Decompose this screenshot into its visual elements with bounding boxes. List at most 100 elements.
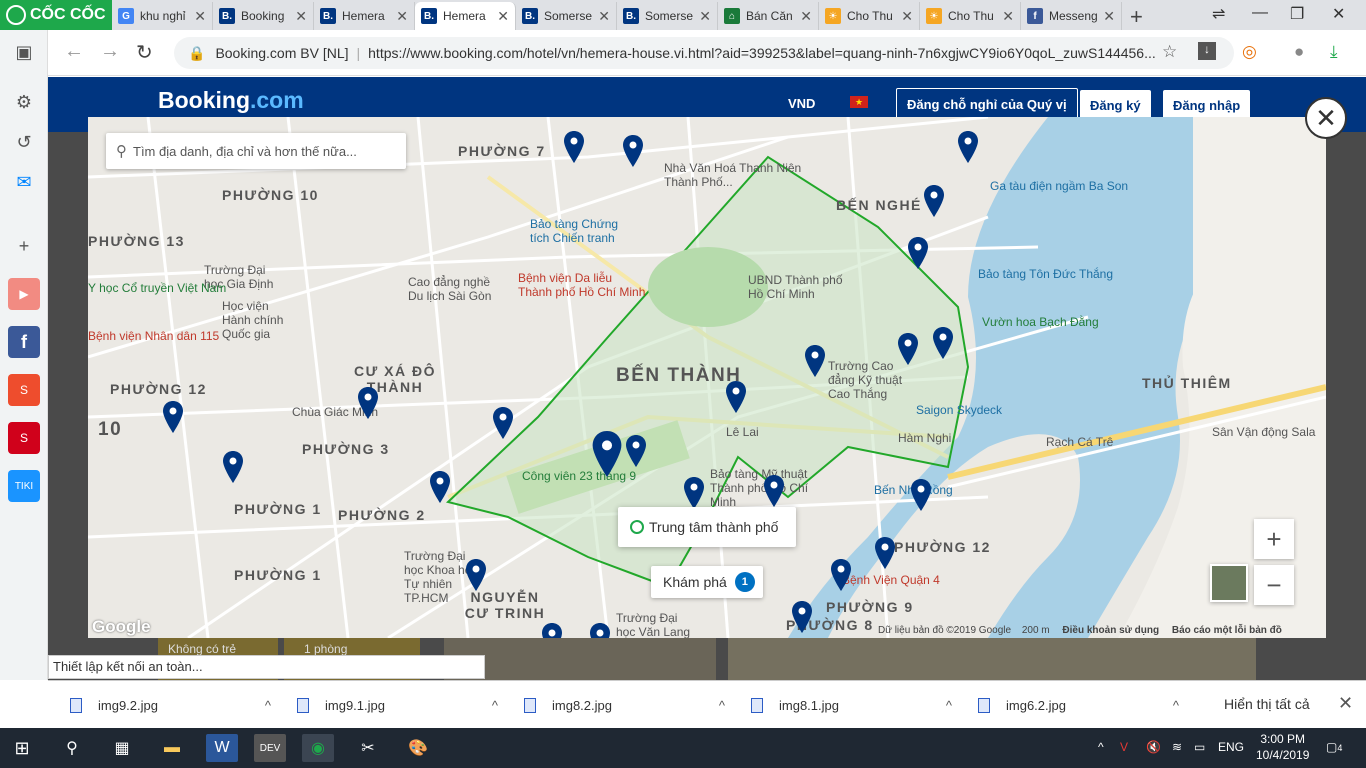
browser-tab[interactable]: ☀ Cho Thu ✕ [819,2,920,30]
new-tab-button[interactable]: + [1130,4,1143,30]
coccoc-taskbar-icon[interactable]: ◉ [302,734,334,762]
browser-tab[interactable]: B. Somerse ✕ [617,2,718,30]
download-icon[interactable]: ↓ [1198,42,1216,60]
browser-tab[interactable]: B. Hemera ✕ [314,2,415,30]
hotel-pin-icon[interactable] [726,381,746,413]
map-place-label[interactable]: Bệnh viện Da liễu Thành phố Hồ Chí Minh [518,271,648,299]
word-icon[interactable]: W [206,734,238,762]
windows-start-icon[interactable]: ⊞ [6,734,38,762]
hotel-pin-icon[interactable] [626,435,646,467]
hotel-pin-icon[interactable] [466,559,486,591]
map-place-label[interactable]: Hàm Nghi [898,431,951,445]
hotel-pin-icon[interactable] [163,401,183,433]
map-place-label[interactable]: Bệnh Viện Quận 4 [842,573,940,587]
hotel-pin-icon[interactable] [223,451,243,483]
coccoc-logo[interactable]: CỐC CỐC [0,0,112,30]
close-window-button[interactable]: ✕ [1332,4,1345,24]
explore-button[interactable]: Khám phá 1 [651,566,763,598]
map-place-label[interactable]: Sân Vận động Sala [1212,425,1315,439]
login-button[interactable]: Đăng nhập [1163,90,1251,120]
map-place-label[interactable]: Nhà Văn Hoá Thanh Niên Thành Phố... [664,161,804,189]
tab-close-icon[interactable]: ✕ [699,8,711,25]
forward-button[interactable]: → [100,40,120,63]
tab-close-icon[interactable]: ✕ [800,8,812,25]
hotel-pin-icon[interactable] [684,477,704,509]
tab-close-icon[interactable]: ✕ [598,8,610,25]
register-button[interactable]: Đăng ký [1080,90,1151,120]
chevron-up-icon[interactable]: ^ [265,698,271,713]
map-place-label[interactable]: Lê Lai [726,425,759,439]
tab-close-icon[interactable]: ✕ [1103,8,1115,25]
hotel-pin-icon[interactable] [430,471,450,503]
map-place-label[interactable]: Saigon Skydeck [916,403,1002,417]
map-place-label[interactable]: Bệnh viện Nhân dân 115 [88,329,219,343]
hotel-pin-icon[interactable] [898,333,918,365]
tab-close-icon[interactable]: ✕ [901,8,913,25]
reload-button[interactable]: ↻ [136,40,153,65]
chevron-up-icon[interactable]: ^ [492,698,498,713]
hotel-pin-icon[interactable] [493,407,513,439]
map-place-label[interactable]: Trường Đại học Văn Lang [616,611,696,638]
show-all-downloads[interactable]: Hiển thị tất cả [1224,696,1310,712]
map-search-input[interactable]: ⚲ Tìm địa danh, địa chỉ và hơn thế nữa..… [106,133,406,169]
map-panel[interactable]: ⚲ Tìm địa danh, địa chỉ và hơn thế nữa..… [88,117,1326,638]
sendo-icon[interactable]: S [8,422,40,454]
tab-close-icon[interactable]: ✕ [396,8,408,25]
download-item[interactable]: img9.2.jpg ^ [70,693,285,717]
satellite-toggle[interactable] [1210,564,1248,602]
profile-icon[interactable]: ● [1294,42,1304,62]
hotel-pin-icon[interactable] [831,559,851,591]
map-report-link[interactable]: Báo cáo một lỗi bản đồ [1172,625,1282,636]
file-explorer-icon[interactable]: ▬ [156,734,188,762]
download-item[interactable]: img6.2.jpg ^ [978,693,1193,717]
download-item[interactable]: img8.2.jpg ^ [524,693,739,717]
antivirus-icon[interactable]: V [1120,740,1128,754]
zoom-in-button[interactable]: + [1254,519,1294,559]
booking-logo[interactable]: Booking.com [158,87,304,114]
messenger-icon[interactable]: ✉ [8,166,40,198]
map-place-label[interactable]: Trường Cao đẳng Kỹ thuật Cao Thắng [828,359,918,401]
sidebar-toggle-icon[interactable]: ▣ [8,36,40,68]
map-place-label[interactable]: Bảo tàng Tôn Đức Thắng [978,267,1113,281]
settings-icon[interactable]: ⚙ [8,86,40,118]
browser-tab[interactable]: B. Somerse ✕ [516,2,617,30]
history-icon[interactable]: ↺ [8,126,40,158]
close-map-button[interactable]: ✕ [1305,97,1347,139]
address-bar[interactable]: 🔒 Booking.com BV [NL] | https://www.book… [174,37,1234,69]
youtube-icon[interactable]: ▶ [8,278,40,310]
map-terms-link[interactable]: Điều khoản sử dụng [1062,625,1159,636]
browser-tab[interactable]: B. Booking ✕ [213,2,314,30]
map-place-label[interactable]: Rạch Cá Trê [1046,435,1113,449]
hotel-pin-icon[interactable] [792,601,812,633]
map-place-label[interactable]: UBND Thành phố Hồ Chí Minh [748,273,858,301]
volume-icon[interactable]: 🔇 [1146,740,1161,754]
currency-selector[interactable]: VND [788,96,815,111]
tab-close-icon[interactable]: ✕ [194,8,206,25]
add-shortcut-icon[interactable]: + [8,230,40,262]
hotel-pin-icon[interactable] [764,475,784,507]
list-property-button[interactable]: Đăng chỗ nghỉ của Quý vị [896,88,1078,120]
bookmark-star-icon[interactable]: ☆ [1162,42,1177,62]
hotel-pin-icon[interactable] [933,327,953,359]
extension-icon[interactable]: ◎ [1242,42,1257,62]
tools-icon[interactable]: ✂ [352,734,384,762]
shopee-icon[interactable]: S [8,374,40,406]
tray-chevron-icon[interactable]: ^ [1098,740,1104,754]
tab-close-icon[interactable]: ✕ [295,8,307,25]
chevron-up-icon[interactable]: ^ [946,698,952,713]
facebook-icon[interactable]: f [8,326,40,358]
minimize-button[interactable]: — [1252,4,1268,22]
browser-tab[interactable]: ☀ Cho Thu ✕ [920,2,1021,30]
map-place-label[interactable]: Vườn hoa Bạch Đằng [982,315,1099,329]
maximize-button[interactable]: ❐ [1290,4,1304,24]
tab-search-icon[interactable]: ⇌ [1212,4,1225,24]
tab-close-icon[interactable]: ✕ [497,8,509,25]
download-item[interactable]: img9.1.jpg ^ [297,693,512,717]
hotel-pin-icon[interactable] [958,131,978,163]
hotel-pin-icon[interactable] [564,131,584,163]
wifi-icon[interactable]: ≋ [1172,740,1182,754]
hotel-pin-icon[interactable] [924,185,944,217]
chevron-up-icon[interactable]: ^ [1173,698,1179,713]
zoom-out-button[interactable]: − [1254,565,1294,605]
map-place-label[interactable]: Học viện Hành chính Quốc gia [222,299,292,341]
